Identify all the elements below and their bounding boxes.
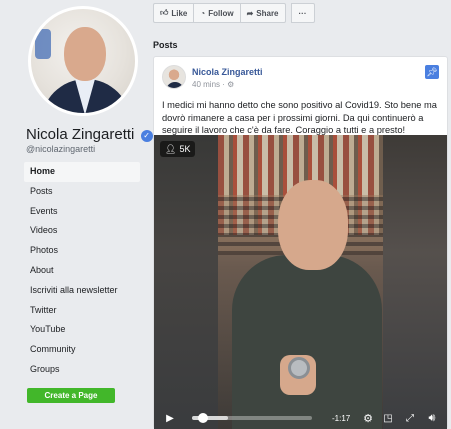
meta-separator: ·: [222, 80, 225, 89]
create-page-button[interactable]: Create a Page: [27, 388, 115, 403]
nav-item-photos[interactable]: Photos: [24, 241, 140, 261]
video-progress-bar[interactable]: [192, 413, 312, 423]
profile-picture[interactable]: [28, 6, 138, 116]
nav-item-events[interactable]: Events: [24, 202, 140, 222]
left-column: Nicola Zingaretti ✓ @nicolazingaretti Ho…: [0, 0, 153, 429]
view-count-badge: 👤︎ 5K: [160, 141, 196, 157]
profile-name-row: Nicola Zingaretti ✓: [26, 126, 153, 143]
volume-icon[interactable]: 🔊︎: [424, 412, 440, 425]
post-timestamp[interactable]: 40 mins: [192, 80, 220, 89]
picture-in-picture-icon[interactable]: ◳: [380, 413, 396, 424]
video-player[interactable]: 👤︎ 5K ▶ -1:17 ⚙ ◳ ⤢ 🔊︎: [154, 135, 447, 429]
share-arrow-icon: ➦: [246, 8, 254, 18]
nav-item-home[interactable]: Home: [24, 162, 140, 182]
time-remaining: -1:17: [332, 413, 351, 423]
thumbs-up-icon: 👍︎: [160, 8, 169, 17]
more-options-button[interactable]: ···: [290, 3, 315, 23]
share-button[interactable]: ➦ Share: [239, 3, 286, 23]
post-card: Nicola Zingaretti 40 mins · ⚙ 📌︎ I medic…: [153, 56, 448, 429]
follow-button[interactable]: ◔ Follow: [193, 3, 240, 23]
fullscreen-icon[interactable]: ⤢: [402, 413, 418, 424]
like-label: Like: [171, 8, 188, 18]
nav-item-about[interactable]: About: [24, 261, 140, 281]
nav-item-twitter[interactable]: Twitter: [24, 301, 140, 321]
share-label: Share: [256, 8, 279, 18]
nav-item-community[interactable]: Community: [24, 340, 140, 360]
post-author-name[interactable]: Nicola Zingaretti: [192, 67, 263, 77]
posts-section-title: Posts: [153, 40, 178, 50]
verified-badge-icon: ✓: [140, 130, 153, 142]
nav-item-videos[interactable]: Videos: [24, 221, 140, 241]
pin-icon[interactable]: 📌︎: [425, 65, 439, 79]
view-count: 5K: [179, 144, 191, 154]
post-text: I medici mi hanno detto che sono positiv…: [162, 100, 437, 135]
page-nav: Home Posts Events Videos Photos About Is…: [24, 162, 140, 380]
rss-icon: ◔: [200, 8, 206, 18]
profile-name[interactable]: Nicola Zingaretti: [26, 126, 134, 143]
page-action-bar: 👍︎ Like ◔ Follow ➦ Share ···: [153, 3, 315, 23]
user-icon: 👤︎: [165, 144, 177, 154]
more-dots-icon: ···: [298, 8, 307, 18]
progress-knob[interactable]: [198, 413, 208, 423]
nav-item-posts[interactable]: Posts: [24, 182, 140, 202]
nav-item-groups[interactable]: Groups: [24, 360, 140, 380]
nav-item-newsletter[interactable]: Iscriviti alla newsletter: [24, 281, 140, 301]
video-controls: ▶ -1:17 ⚙ ◳ ⤢ 🔊︎: [154, 407, 447, 429]
follow-label: Follow: [208, 8, 234, 18]
video-frame: [218, 135, 383, 429]
profile-handle[interactable]: @nicolazingaretti: [26, 144, 95, 154]
post-meta: 40 mins · ⚙: [192, 80, 234, 89]
nav-item-youtube[interactable]: YouTube: [24, 320, 140, 340]
play-icon[interactable]: ▶: [162, 413, 178, 424]
like-button[interactable]: 👍︎ Like: [153, 3, 194, 23]
settings-gear-icon[interactable]: ⚙: [360, 412, 376, 425]
post-author-avatar[interactable]: [162, 65, 186, 89]
audience-gear-icon[interactable]: ⚙: [227, 80, 234, 89]
